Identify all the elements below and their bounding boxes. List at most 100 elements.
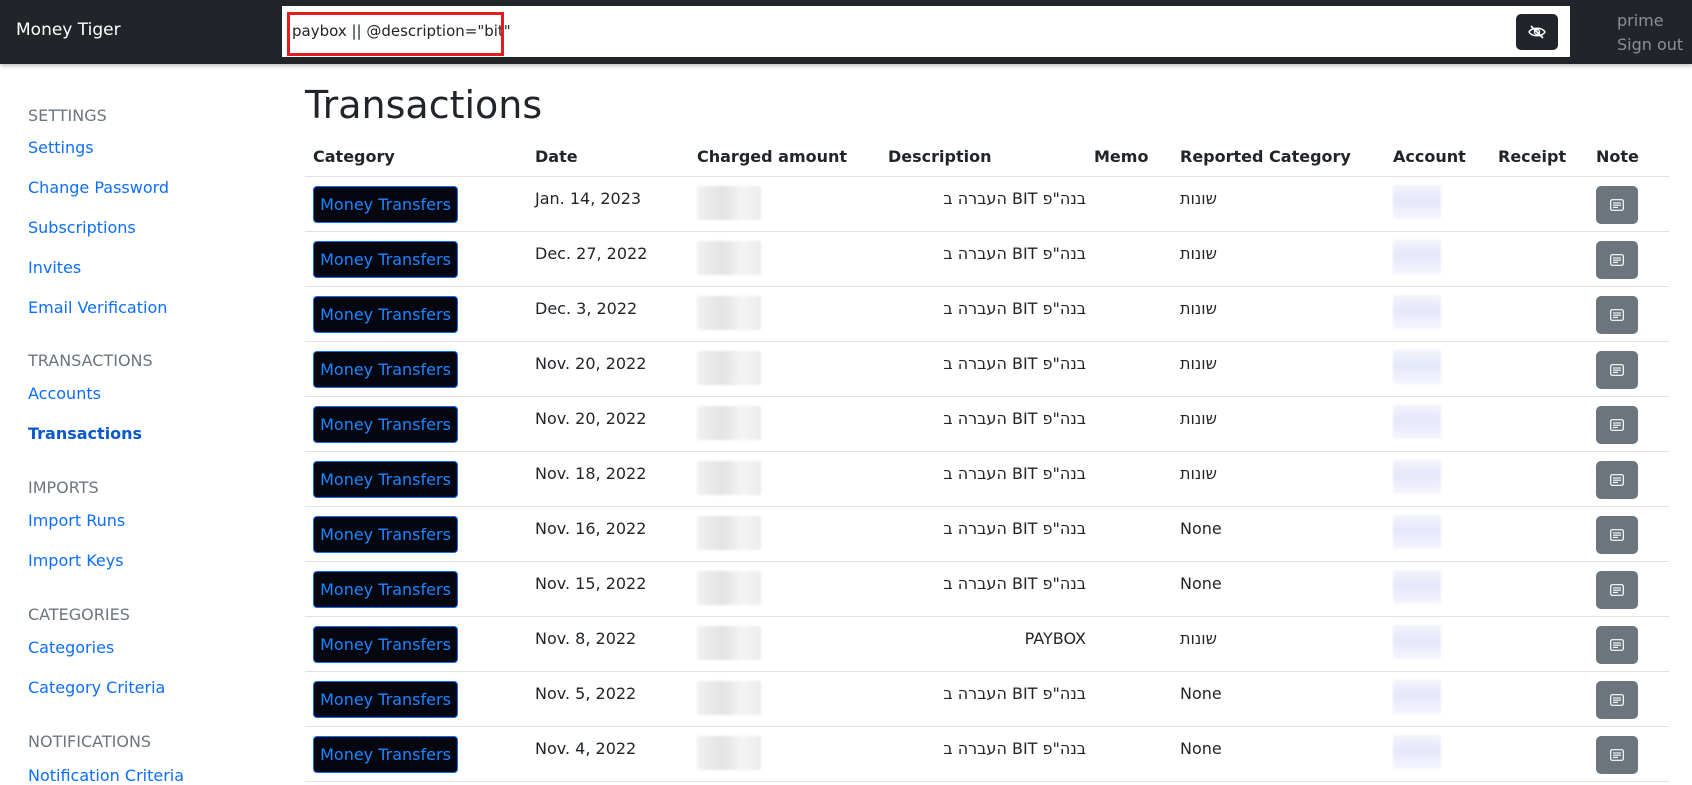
reported-category-cell: שונות	[1172, 286, 1385, 342]
note-icon	[1610, 749, 1624, 761]
note-button[interactable]	[1596, 736, 1638, 774]
reported-category: שונות	[1180, 189, 1217, 208]
sidebar-item-transactions[interactable]: Transactions	[28, 424, 142, 443]
category-button[interactable]: Money Transfers	[313, 186, 458, 223]
account-redacted[interactable]	[1393, 405, 1441, 439]
sidebar-item-change-password[interactable]: Change Password	[28, 178, 169, 197]
column-header-category[interactable]: Category	[305, 137, 527, 177]
sidebar-item-email-verification[interactable]: Email Verification	[28, 298, 167, 317]
table-row: Money Transfers Nov. 16, 2022 בנה"פ BIT …	[305, 506, 1669, 562]
transaction-date: Nov. 8, 2022	[535, 629, 637, 648]
category-button[interactable]: Money Transfers	[313, 406, 458, 443]
account-cell	[1385, 231, 1490, 287]
description-cell: בנה"פ BIT העברה ב	[880, 396, 1086, 452]
category-cell: Money Transfers	[305, 231, 527, 287]
note-icon	[1610, 474, 1624, 486]
toggle-visibility-button[interactable]	[1516, 14, 1558, 50]
sign-out-link[interactable]: Sign out	[1617, 35, 1683, 54]
account-redacted[interactable]	[1393, 570, 1441, 604]
memo-cell	[1086, 561, 1172, 617]
sidebar-item-import-runs[interactable]: Import Runs	[28, 511, 125, 530]
sidebar-item-category-criteria[interactable]: Category Criteria	[28, 678, 165, 697]
transaction-date: Nov. 16, 2022	[535, 519, 647, 538]
note-button[interactable]	[1596, 461, 1638, 499]
note-button[interactable]	[1596, 681, 1638, 719]
note-icon	[1610, 419, 1624, 431]
transaction-date: Nov. 20, 2022	[535, 409, 647, 428]
note-button[interactable]	[1596, 516, 1638, 554]
charged-amount-cell	[689, 616, 880, 672]
note-button[interactable]	[1596, 571, 1638, 609]
account-redacted[interactable]	[1393, 625, 1441, 659]
user-name[interactable]: prime	[1617, 11, 1664, 30]
column-header-note[interactable]: Note	[1588, 137, 1669, 177]
category-button[interactable]: Money Transfers	[313, 516, 458, 553]
date-cell: Nov. 16, 2022	[527, 506, 689, 562]
account-redacted[interactable]	[1393, 350, 1441, 384]
charged-amount-redacted	[697, 296, 761, 330]
note-button[interactable]	[1596, 626, 1638, 664]
column-header-description[interactable]: Description	[880, 137, 1086, 177]
search-bar[interactable]: paybox || @description="bit"	[282, 6, 1570, 57]
sidebar-item-settings[interactable]: Settings	[28, 138, 94, 157]
category-button[interactable]: Money Transfers	[313, 626, 458, 663]
account-cell	[1385, 341, 1490, 397]
note-button[interactable]	[1596, 296, 1638, 334]
receipt-cell	[1490, 341, 1588, 397]
sidebar-item-subscriptions[interactable]: Subscriptions	[28, 218, 136, 237]
account-redacted[interactable]	[1393, 240, 1441, 274]
category-button[interactable]: Money Transfers	[313, 681, 458, 718]
note-button[interactable]	[1596, 186, 1638, 224]
sidebar-item-notification-criteria[interactable]: Notification Criteria	[28, 766, 184, 785]
reported-category-cell: שונות	[1172, 231, 1385, 287]
brand-logo[interactable]: Money Tiger	[16, 20, 121, 40]
sidebar-item-import-keys[interactable]: Import Keys	[28, 551, 124, 570]
account-redacted[interactable]	[1393, 295, 1441, 329]
account-redacted[interactable]	[1393, 515, 1441, 549]
date-cell: Nov. 20, 2022	[527, 396, 689, 452]
sidebar-item-invites[interactable]: Invites	[28, 258, 81, 277]
sidebar-item-accounts[interactable]: Accounts	[28, 384, 101, 403]
column-header-receipt[interactable]: Receipt	[1490, 137, 1588, 177]
category-cell: Money Transfers	[305, 176, 527, 232]
category-button[interactable]: Money Transfers	[313, 351, 458, 388]
receipt-cell	[1490, 176, 1588, 232]
category-button[interactable]: Money Transfers	[313, 296, 458, 333]
category-button[interactable]: Money Transfers	[313, 241, 458, 278]
note-cell	[1588, 671, 1669, 727]
category-button[interactable]: Money Transfers	[313, 461, 458, 498]
receipt-cell	[1490, 286, 1588, 342]
transaction-description: בנה"פ BIT העברה ב	[943, 464, 1086, 483]
transaction-description: בנה"פ BIT העברה ב	[943, 574, 1086, 593]
account-redacted[interactable]	[1393, 680, 1441, 714]
column-header-charged-amount[interactable]: Charged amount	[689, 137, 880, 177]
category-cell: Money Transfers	[305, 726, 527, 782]
note-button[interactable]	[1596, 351, 1638, 389]
sidebar-item-categories[interactable]: Categories	[28, 638, 114, 657]
note-button[interactable]	[1596, 241, 1638, 279]
note-cell	[1588, 506, 1669, 562]
reported-category-cell: שונות	[1172, 176, 1385, 232]
memo-cell	[1086, 231, 1172, 287]
column-header-date[interactable]: Date	[527, 137, 689, 177]
receipt-cell	[1490, 506, 1588, 562]
category-button[interactable]: Money Transfers	[313, 736, 458, 773]
search-highlight-box	[287, 12, 504, 56]
reported-category: None	[1180, 519, 1222, 538]
transaction-description: בנה"פ BIT העברה ב	[943, 244, 1086, 263]
account-redacted[interactable]	[1393, 185, 1441, 219]
reported-category: None	[1180, 574, 1222, 593]
column-header-memo[interactable]: Memo	[1086, 137, 1172, 177]
description-cell: PAYBOX	[880, 616, 1086, 672]
note-button[interactable]	[1596, 406, 1638, 444]
column-header-reported-category[interactable]: Reported Category	[1172, 137, 1385, 177]
account-cell	[1385, 396, 1490, 452]
date-cell: Nov. 8, 2022	[527, 616, 689, 672]
category-button[interactable]: Money Transfers	[313, 571, 458, 608]
account-cell	[1385, 451, 1490, 507]
column-header-account[interactable]: Account	[1385, 137, 1490, 177]
account-redacted[interactable]	[1393, 460, 1441, 494]
receipt-cell	[1490, 616, 1588, 672]
account-redacted[interactable]	[1393, 735, 1441, 769]
table-row: Money Transfers Nov. 4, 2022 בנה"פ BIT ה…	[305, 726, 1669, 782]
